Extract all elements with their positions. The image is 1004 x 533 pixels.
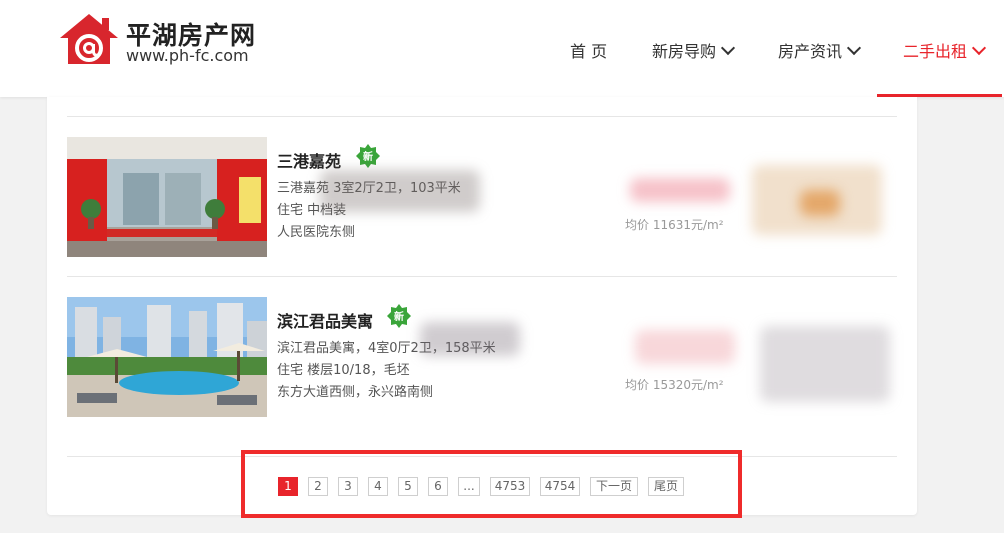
watermark-smudge <box>800 190 840 216</box>
watermark-smudge <box>320 170 480 212</box>
watermark-smudge <box>635 330 735 364</box>
listing-details: 住宅 楼层10/18，毛坯 <box>277 363 410 378</box>
nav-home[interactable]: 首 页 <box>570 38 607 62</box>
site-header: 平湖房产网 www.ph-fc.com 首 页 新房导购 房产资讯 二手出租 <box>0 0 1004 97</box>
nav-home-label: 首 页 <box>570 42 608 61</box>
listing-address: 东方大道西侧，永兴路南侧 <box>277 385 434 400</box>
highlight-box <box>241 450 742 518</box>
divider <box>67 116 897 117</box>
listing-thumbnail[interactable] <box>67 297 267 417</box>
new-badge-label: 新 <box>394 312 404 323</box>
nav-secondhand-rent-label: 二手出租 <box>903 42 968 61</box>
pool-apartment-photo <box>67 297 267 417</box>
nav-news[interactable]: 房产资讯 <box>778 38 862 62</box>
nav-new-homes-label: 新房导购 <box>652 42 717 61</box>
nav-new-homes[interactable]: 新房导购 <box>652 38 736 62</box>
chevron-down-icon <box>971 40 987 56</box>
watermark-smudge <box>420 322 520 356</box>
chevron-down-icon <box>846 40 862 56</box>
storefront-photo <box>67 137 267 257</box>
listing-thumbnail[interactable] <box>67 137 267 257</box>
nav-secondhand-rent[interactable]: 二手出租 <box>903 38 987 62</box>
listing-unit-price: 均价 11631元/m² <box>625 218 724 232</box>
chevron-down-icon <box>720 40 736 56</box>
watermark-smudge <box>630 178 730 202</box>
listing-unit-price: 均价 15320元/m² <box>625 378 724 392</box>
new-badge: 新 <box>356 144 380 168</box>
listing-title[interactable]: 滨江君品美寓 <box>277 308 373 332</box>
new-badge: 新 <box>387 304 411 328</box>
logo-url: www.ph-fc.com <box>126 46 249 65</box>
nav-news-label: 房产资讯 <box>778 42 843 61</box>
watermark-smudge <box>760 326 890 402</box>
listing-title[interactable]: 三港嘉苑 <box>277 148 341 172</box>
site-logo[interactable]: 平湖房产网 www.ph-fc.com <box>58 12 258 68</box>
house-at-logo-icon <box>60 14 118 64</box>
divider <box>67 276 897 277</box>
new-badge-label: 新 <box>363 152 373 163</box>
listing-address: 人民医院东侧 <box>277 225 356 240</box>
